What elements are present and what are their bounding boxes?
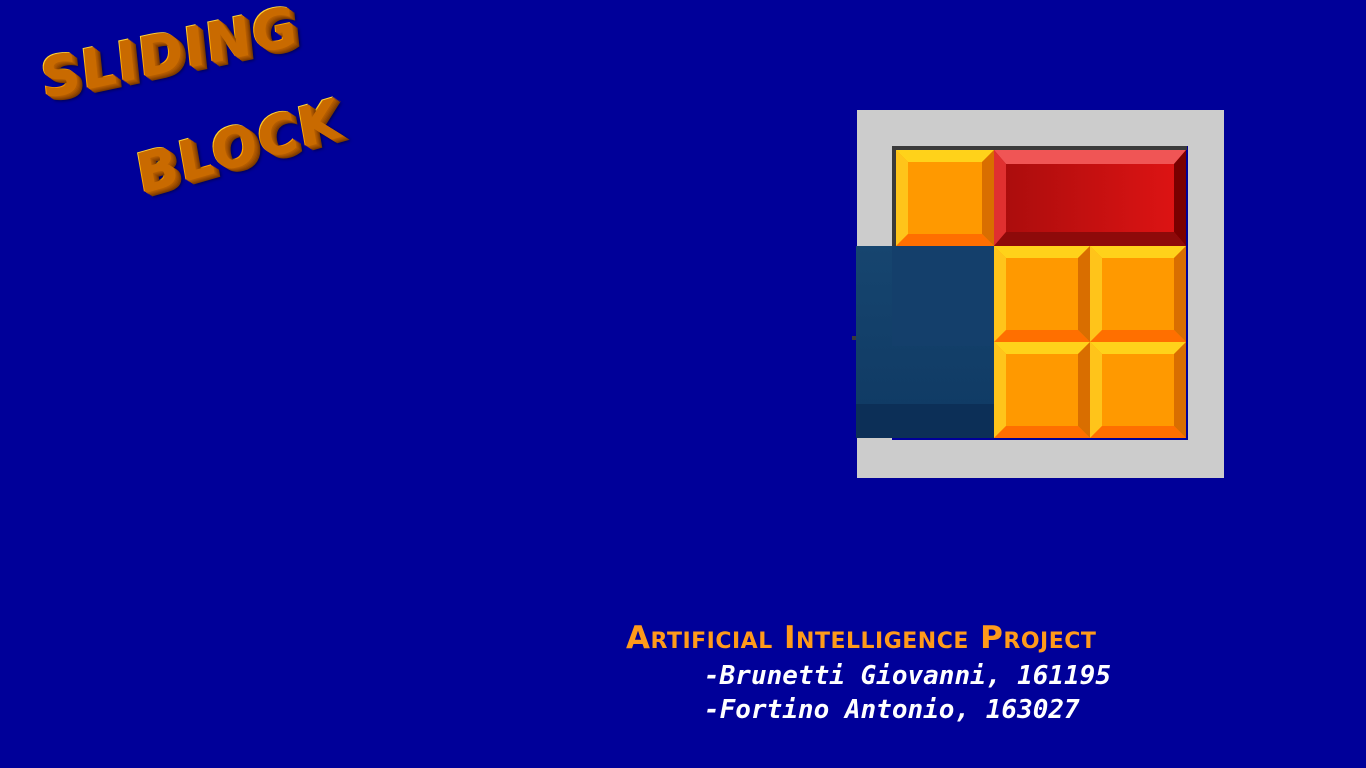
small-block xyxy=(994,246,1090,342)
project-title: Artificial Intelligence Project xyxy=(626,620,1097,656)
author-line: -Brunetti Giovanni, 161195 xyxy=(704,661,1111,691)
small-block xyxy=(1090,342,1186,438)
game-title-line-1: SLIDING xyxy=(37,0,300,110)
small-block xyxy=(896,150,994,246)
small-block xyxy=(994,342,1090,438)
game-title-line-2: BLOCK xyxy=(130,85,345,206)
author-line: -Fortino Antonio, 163027 xyxy=(704,695,1080,725)
small-block xyxy=(1090,246,1186,342)
empty-cells xyxy=(856,246,994,438)
red-block xyxy=(994,150,1186,246)
title-screen: SLIDING BLOCK Artificial Intelligence Pr… xyxy=(0,0,1366,768)
sliding-block-puzzle-logo xyxy=(852,110,1224,478)
